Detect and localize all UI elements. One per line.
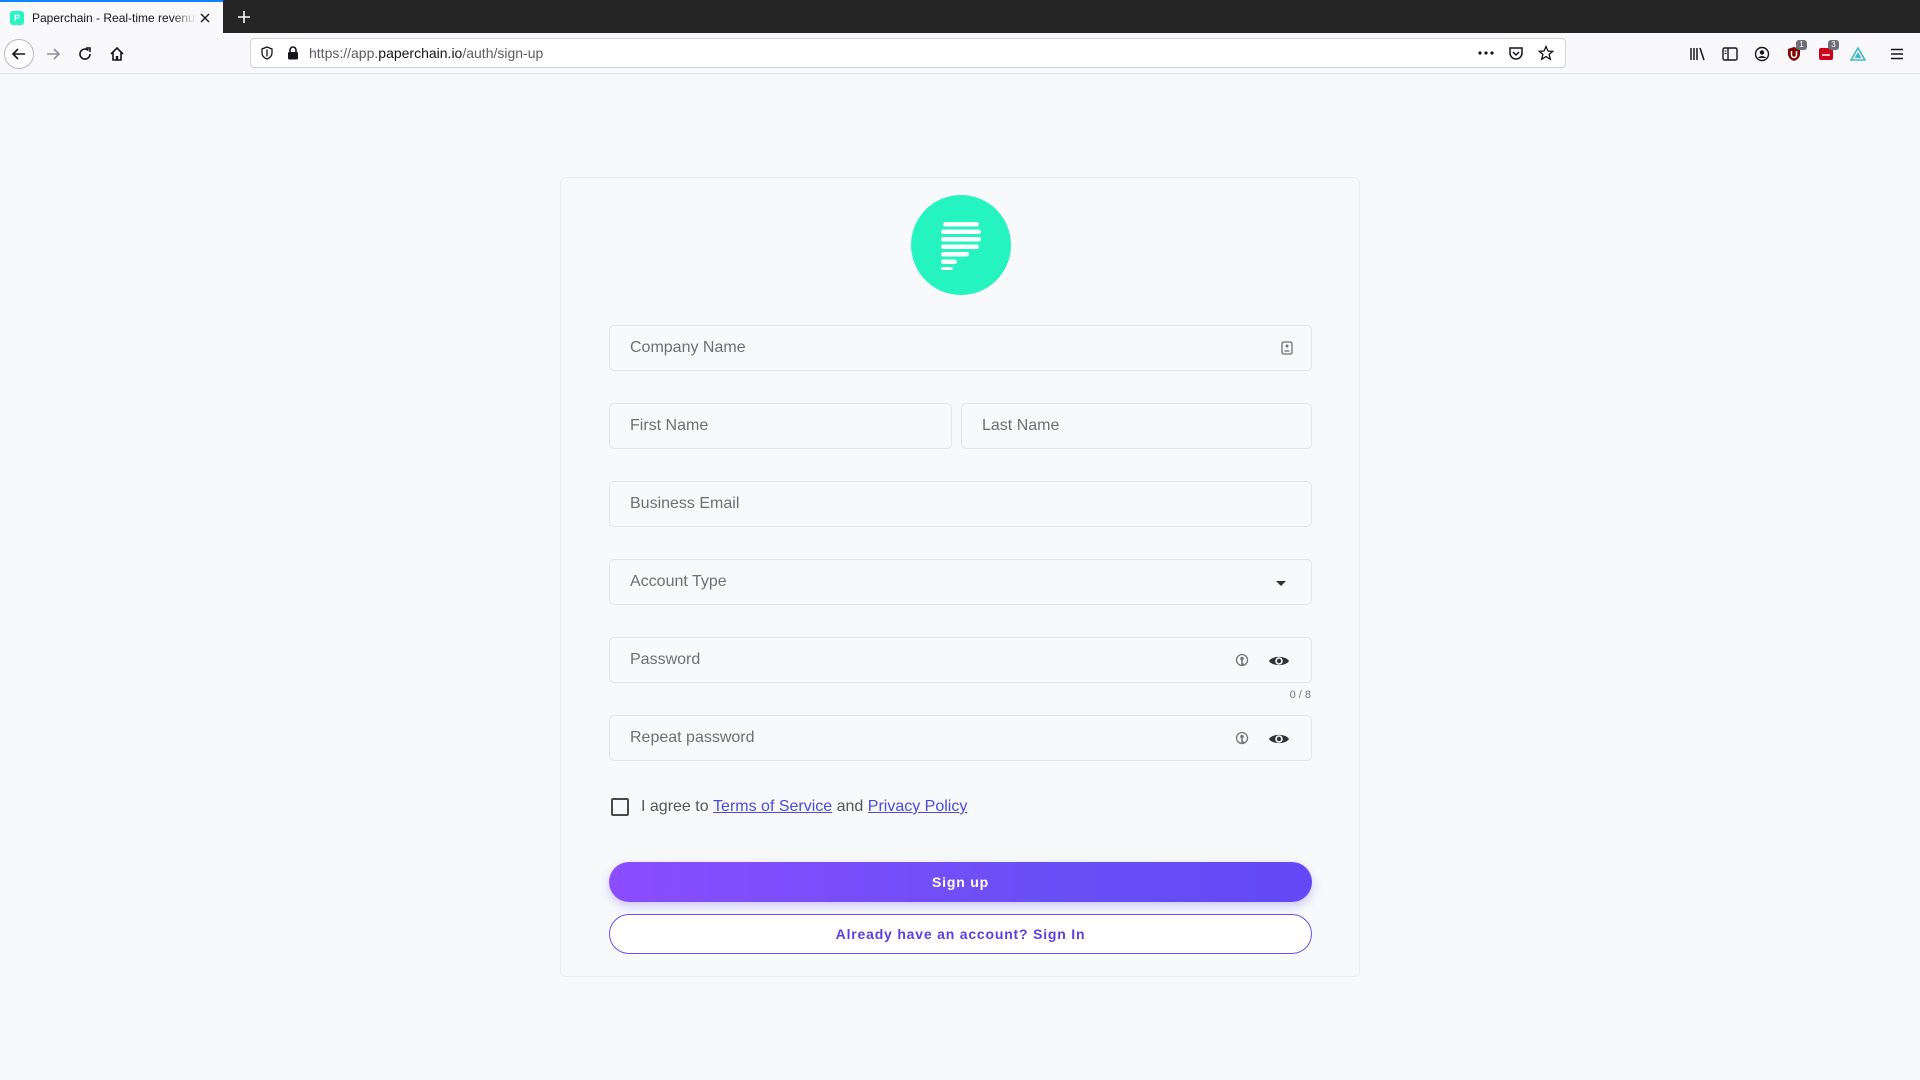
signup-card: Account Type 0 / 8 I agree to Terms of S…	[560, 177, 1360, 977]
library-icon[interactable]	[1682, 39, 1714, 69]
eye-icon[interactable]	[1267, 729, 1291, 749]
autofill-card-icon[interactable]	[1279, 340, 1295, 356]
repeat-password-field[interactable]	[609, 715, 1312, 761]
sign-in-button[interactable]: Already have an account? Sign In	[609, 914, 1312, 954]
ublock-badge: 1	[1796, 40, 1807, 50]
account-icon[interactable]	[1746, 39, 1778, 69]
agree-and: and	[832, 798, 868, 815]
url-actions	[1475, 42, 1565, 64]
terms-of-service-link[interactable]: Terms of Service	[713, 798, 832, 816]
eye-icon[interactable]	[1267, 651, 1291, 671]
arrow-right-icon	[47, 48, 61, 60]
url-prefix: https://app.	[309, 45, 379, 61]
password-field[interactable]	[609, 637, 1312, 683]
agree-prefix: I agree to	[641, 798, 714, 815]
terms-checkbox[interactable]	[611, 798, 629, 816]
tab-strip: P Paperchain - Real-time revenue data	[0, 0, 1920, 33]
paperchain-logo-icon	[941, 222, 981, 270]
sign-up-button[interactable]: Sign up	[609, 862, 1312, 902]
close-icon[interactable]	[197, 10, 213, 26]
tab-title: Paperchain - Real-time revenue data	[32, 10, 197, 25]
tracking-protection-shield-icon[interactable]	[259, 45, 275, 61]
vpn-triangle-icon[interactable]	[1842, 39, 1874, 69]
home-button[interactable]	[102, 39, 132, 69]
last-name-input[interactable]	[962, 404, 1311, 448]
paperchain-favicon-icon: P	[10, 10, 24, 25]
home-icon	[110, 46, 124, 61]
url-domain: paperchain.io	[378, 45, 463, 61]
tab-active[interactable]: P Paperchain - Real-time revenue data	[0, 0, 223, 33]
arrow-left-icon	[11, 48, 25, 60]
url-path: /auth/sign-up	[462, 45, 544, 61]
new-tab-button[interactable]	[232, 5, 256, 29]
repeat-password-input[interactable]	[610, 716, 1311, 760]
business-email-input[interactable]	[610, 482, 1311, 526]
pocket-icon[interactable]	[1505, 42, 1527, 64]
reload-icon	[79, 47, 91, 60]
toolbar-icons: 1 3	[1682, 39, 1920, 69]
caret-down-icon	[1275, 579, 1287, 587]
extension-icon[interactable]: 3	[1810, 39, 1842, 69]
password-manager-icon[interactable]	[1233, 730, 1251, 748]
password-input[interactable]	[610, 638, 1311, 682]
first-name-input[interactable]	[610, 404, 951, 448]
company-name-field[interactable]	[609, 325, 1312, 371]
hamburger-menu-icon[interactable]	[1874, 39, 1920, 69]
password-counter: 0 / 8	[1289, 689, 1311, 701]
more-actions-icon[interactable]	[1475, 42, 1497, 64]
paperchain-logo	[911, 195, 1011, 295]
extension-badge: 3	[1828, 40, 1839, 50]
back-button[interactable]	[4, 39, 34, 69]
last-name-field[interactable]	[961, 403, 1312, 449]
password-manager-icon[interactable]	[1233, 652, 1251, 670]
navigation-toolbar: https://app.paperchain.io/auth/sign-up 1	[0, 33, 1920, 74]
business-email-field[interactable]	[609, 481, 1312, 527]
account-type-label: Account Type	[630, 573, 727, 590]
ublock-extension-icon[interactable]: 1	[1778, 39, 1810, 69]
address-bar[interactable]: https://app.paperchain.io/auth/sign-up	[250, 38, 1566, 68]
terms-agreement: I agree to Terms of Service and Privacy …	[611, 798, 967, 816]
reload-button[interactable]	[70, 39, 100, 69]
sidebar-icon[interactable]	[1714, 39, 1746, 69]
url-text[interactable]: https://app.paperchain.io/auth/sign-up	[309, 45, 543, 61]
forward-button[interactable]	[38, 39, 68, 69]
account-type-select[interactable]: Account Type	[609, 559, 1312, 605]
company-name-input[interactable]	[610, 326, 1311, 370]
first-name-field[interactable]	[609, 403, 952, 449]
lock-icon[interactable]	[285, 45, 301, 61]
bookmark-star-icon[interactable]	[1535, 42, 1557, 64]
privacy-policy-link[interactable]: Privacy Policy	[868, 798, 968, 816]
